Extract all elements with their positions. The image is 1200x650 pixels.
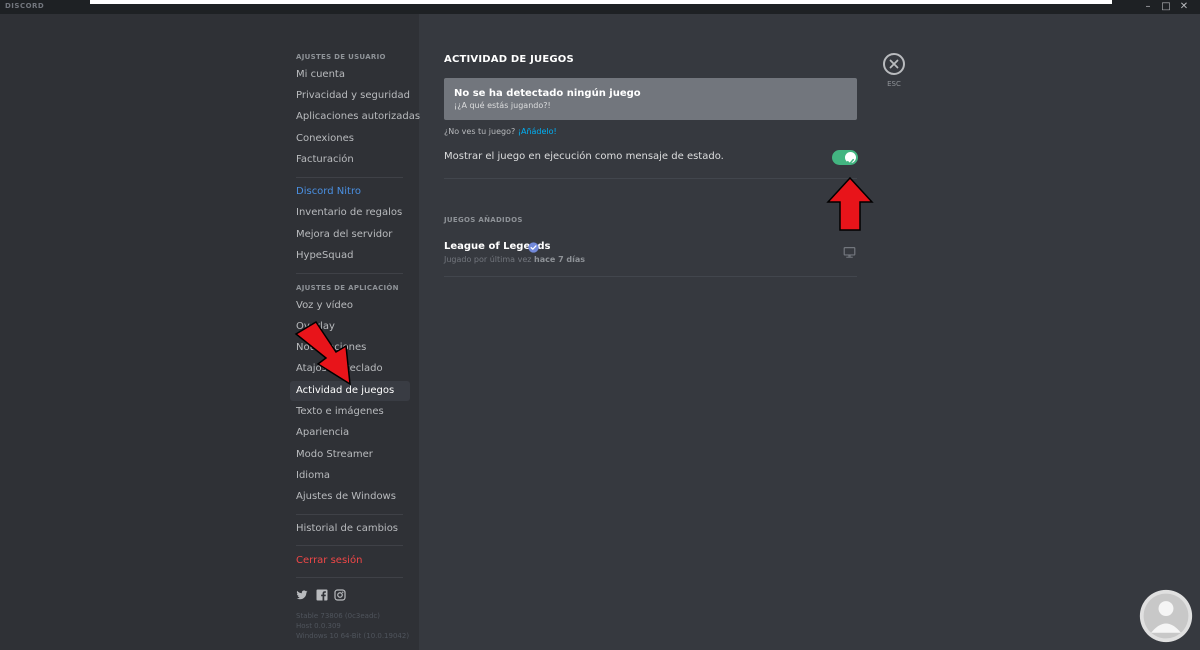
sidebar-item-my-account[interactable]: Mi cuenta <box>290 65 410 85</box>
last-played-time: hace 7 días <box>534 255 586 264</box>
last-played-prefix: Jugado por última vez <box>444 255 532 264</box>
instagram-icon[interactable] <box>334 589 346 601</box>
sidebar-item-voice-video[interactable]: Voz y vídeo <box>290 296 410 316</box>
no-game-detected-box: No se ha detectado ningún juego ¡¿A qué … <box>444 78 857 120</box>
added-games-header: JUEGOS AÑADIDOS <box>444 216 523 224</box>
maximize-icon[interactable]: □ <box>1158 0 1174 14</box>
sidebar-item-gift-inventory[interactable]: Inventario de regalos <box>290 203 410 223</box>
sidebar-item-billing[interactable]: Facturación <box>290 150 410 170</box>
no-game-subtitle: ¡¿A qué estás jugando?! <box>454 101 551 110</box>
game-last-played: Jugado por última vez hace 7 días <box>444 255 585 264</box>
sidebar-item-authorized-apps[interactable]: Aplicaciones autorizadas <box>290 107 420 127</box>
sidebar-divider <box>296 577 403 578</box>
no-game-title: No se ha detectado ningún juego <box>454 88 641 99</box>
sidebar-divider <box>296 177 403 178</box>
sidebar-item-nitro[interactable]: Discord Nitro <box>290 182 410 202</box>
sidebar-item-connections[interactable]: Conexiones <box>290 129 410 149</box>
add-game-prompt: ¿No ves tu juego? <box>444 127 516 136</box>
title-highlight <box>90 0 1112 4</box>
user-settings-header: AJUSTES DE USUARIO <box>296 53 386 61</box>
section-divider <box>444 178 857 179</box>
app-title: DISCORD <box>5 2 45 10</box>
close-icon <box>889 59 899 69</box>
sidebar-item-streamer-mode[interactable]: Modo Streamer <box>290 445 410 465</box>
sidebar-item-text-images[interactable]: Texto e imágenes <box>290 402 410 422</box>
toggle-knob <box>845 152 856 165</box>
sidebar-item-privacy[interactable]: Privacidad y seguridad <box>290 86 410 106</box>
facebook-icon[interactable] <box>316 589 328 601</box>
game-divider <box>444 276 857 277</box>
twitter-icon[interactable] <box>296 589 308 601</box>
title-bar: DISCORD – □ ✕ <box>0 0 1200 14</box>
sidebar-divider <box>296 273 403 274</box>
app-settings-header: AJUSTES DE APLICACIÓN <box>296 284 399 292</box>
minimize-icon[interactable]: – <box>1140 0 1156 14</box>
sidebar-divider <box>296 514 403 515</box>
close-window-icon[interactable]: ✕ <box>1176 0 1192 14</box>
sidebar-item-appearance[interactable]: Apariencia <box>290 423 410 443</box>
watermark-logo <box>1139 589 1193 643</box>
sidebar-divider <box>296 545 403 546</box>
checkmark-icon <box>847 158 854 165</box>
sidebar-item-changelog[interactable]: Historial de cambios <box>290 519 410 539</box>
annotation-arrow-down <box>294 320 351 386</box>
sidebar-item-windows-settings[interactable]: Ajustes de Windows <box>290 487 410 507</box>
version-host: Host 0.0.309 <box>296 622 341 630</box>
esc-label: ESC <box>887 80 901 88</box>
version-os: Windows 10 64-Bit (10.0.19042) <box>296 632 410 640</box>
verified-icon <box>528 242 539 253</box>
sidebar-item-hypesquad[interactable]: HypeSquad <box>290 246 410 266</box>
close-settings-button[interactable] <box>883 53 905 75</box>
page-title: ACTIVIDAD DE JUEGOS <box>444 54 574 65</box>
status-toggle-label: Mostrar el juego en ejecución como mensa… <box>444 151 724 162</box>
sidebar-item-server-boost[interactable]: Mejora del servidor <box>290 225 410 245</box>
version-stable: Stable 73806 (0c3eadc) <box>296 612 380 620</box>
sidebar-item-language[interactable]: Idioma <box>290 466 410 486</box>
add-game-link[interactable]: ¡Añádelo! <box>518 127 557 136</box>
monitor-icon[interactable] <box>843 246 856 259</box>
add-game-help: ¿No ves tu juego? ¡Añádelo! <box>444 127 557 136</box>
annotation-arrow-up <box>826 176 874 231</box>
status-toggle[interactable] <box>832 150 858 165</box>
sidebar-item-logout[interactable]: Cerrar sesión <box>290 551 410 571</box>
